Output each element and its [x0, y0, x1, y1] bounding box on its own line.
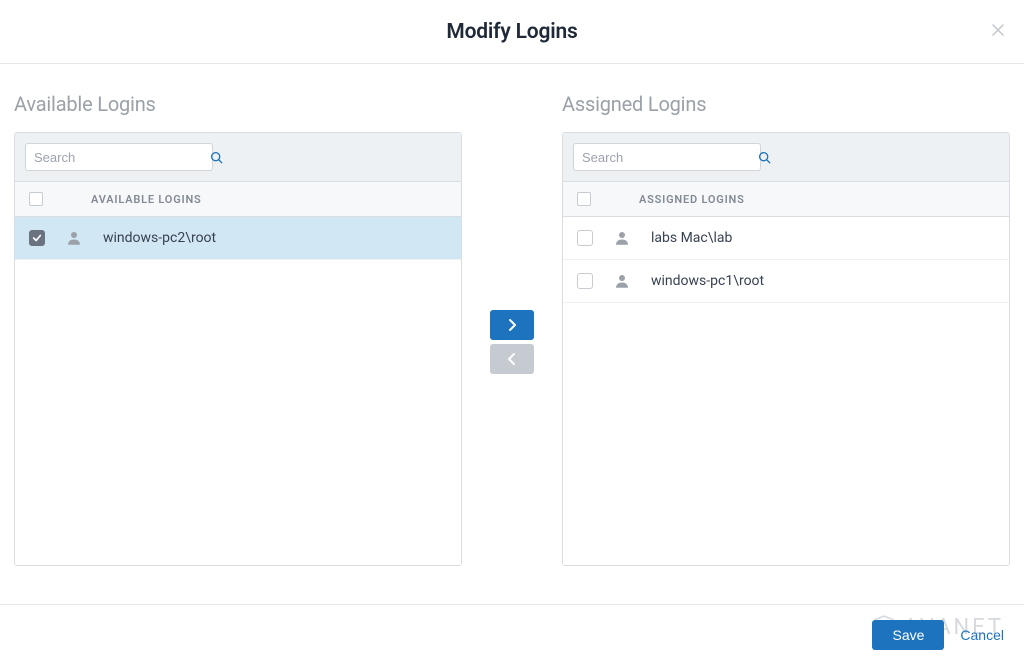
available-search-wrap: [25, 143, 213, 171]
row-label: windows-pc1\root: [651, 273, 764, 289]
available-search-input[interactable]: [34, 150, 210, 165]
assigned-search-input[interactable]: [582, 150, 758, 165]
content-area: Available Logins AVAILABLE LOGINS: [0, 64, 1024, 566]
assigned-panel: ASSIGNED LOGINS labs Mac\lab: [562, 132, 1010, 566]
row-label: windows-pc2\root: [103, 230, 216, 246]
user-icon: [613, 229, 631, 247]
row-checkbox[interactable]: [29, 230, 45, 246]
row-checkbox[interactable]: [577, 273, 593, 289]
assigned-select-all-checkbox[interactable]: [577, 192, 591, 206]
transfer-controls: [462, 92, 562, 374]
row-checkbox[interactable]: [577, 230, 593, 246]
list-item[interactable]: windows-pc1\root: [563, 260, 1009, 303]
available-select-all-checkbox[interactable]: [29, 192, 43, 206]
user-icon: [65, 229, 83, 247]
search-icon[interactable]: [210, 151, 223, 164]
list-item[interactable]: windows-pc2\root: [15, 217, 461, 260]
page-title: Modify Logins: [446, 20, 577, 44]
assigned-title: Assigned Logins: [562, 92, 1010, 116]
chevron-left-icon: [507, 352, 517, 366]
assigned-search-wrap: [573, 143, 761, 171]
assigned-col-header: ASSIGNED LOGINS: [563, 182, 1009, 217]
available-col-header: AVAILABLE LOGINS: [15, 182, 461, 217]
row-label: labs Mac\lab: [651, 230, 732, 246]
cancel-button[interactable]: Cancel: [960, 627, 1004, 643]
available-panel: AVAILABLE LOGINS windows-pc2\root: [14, 132, 462, 566]
move-left-button[interactable]: [490, 344, 534, 374]
chevron-right-icon: [507, 318, 517, 332]
list-item[interactable]: labs Mac\lab: [563, 217, 1009, 260]
search-icon[interactable]: [758, 151, 771, 164]
available-search-bar: [15, 133, 461, 182]
move-right-button[interactable]: [490, 310, 534, 340]
assigned-column: Assigned Logins ASSIGNED LOGINS: [562, 92, 1010, 566]
save-button[interactable]: Save: [872, 620, 944, 650]
available-title: Available Logins: [14, 92, 462, 116]
assigned-column-label: ASSIGNED LOGINS: [639, 193, 745, 206]
user-icon: [613, 272, 631, 290]
close-icon[interactable]: [986, 18, 1010, 42]
page-header: Modify Logins: [0, 0, 1024, 64]
footer: Save Cancel: [0, 604, 1024, 664]
available-column-label: AVAILABLE LOGINS: [91, 193, 202, 206]
available-column: Available Logins AVAILABLE LOGINS: [14, 92, 462, 566]
assigned-search-bar: [563, 133, 1009, 182]
